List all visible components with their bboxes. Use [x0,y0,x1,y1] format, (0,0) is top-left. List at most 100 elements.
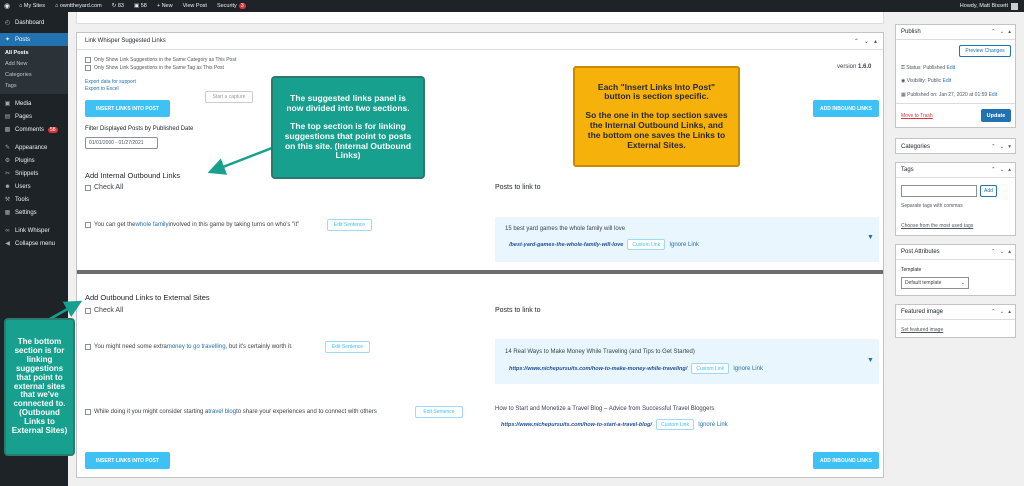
set-featured-image-link[interactable]: Set featured image [901,327,943,333]
toggle-panel-icon[interactable]: ▴ [1008,309,1011,315]
suggestion-3-url[interactable]: https://www.nichepursuits.com/how-to-sta… [501,422,652,428]
sentence-3-checkbox[interactable] [85,409,91,415]
move-down-icon[interactable]: ⌄ [1000,309,1005,315]
toggle-panel-icon[interactable]: ▾ [1008,144,1011,150]
sentence-1-checkbox[interactable] [85,222,91,228]
move-up-icon[interactable]: ⌃ [854,38,859,45]
edit-sentence-button-2[interactable]: Edit Sentence [325,341,370,353]
suggestion-2-url[interactable]: https://www.nichepursuits.com/how-to-mak… [509,366,687,372]
toggle-panel-icon[interactable]: ▴ [1008,167,1011,173]
sidebar-item-appearance[interactable]: ✎ Appearance [0,141,68,154]
edit-visibility-link[interactable]: Edit [943,78,952,84]
add-inbound-links-button-bottom[interactable]: ADD INBOUND LINKS [813,452,879,469]
move-up-icon[interactable]: ⌃ [991,309,996,315]
toggle-panel-icon[interactable]: ▴ [1008,249,1011,255]
move-down-icon[interactable]: ⌄ [1000,167,1005,173]
submenu-tags[interactable]: Tags [0,81,68,92]
ignore-link-1[interactable]: Ignore Link [669,242,699,248]
check-all-internal[interactable]: Check All [85,184,123,191]
move-up-icon[interactable]: ⌃ [991,167,996,173]
adminbar-account[interactable]: Howdy, Matt Bissett [955,0,1024,12]
adminbar-comments[interactable]: ▣ 58 [129,0,152,12]
adminbar-security[interactable]: Security 3 [212,0,251,12]
move-to-trash-link[interactable]: Move to Trash [901,113,933,119]
wordpress-logo-icon[interactable]: ◉ [0,0,14,12]
tag-input[interactable] [901,185,977,197]
sidebar-item-users[interactable]: ☻ Users [0,180,68,193]
custom-link-button-1[interactable]: Custom Link [627,239,666,250]
sidebar-item-posts[interactable]: ✦ Posts [0,33,68,46]
sidebar-item-tools[interactable]: ⚒ Tools [0,193,68,206]
suggestion-box-1: 15 best yard games the whole family will… [495,217,879,262]
check-all-internal-checkbox[interactable] [85,184,91,191]
check-all-external[interactable]: Check All [85,307,123,314]
external-sentence-row-1: You might need some extra money to go tr… [85,344,293,350]
update-button[interactable]: Update [981,109,1011,122]
template-select[interactable]: Default template ⌄ [901,277,969,289]
expand-suggestions-1-icon[interactable]: ▼ [867,234,874,241]
edit-sentence-button-3[interactable]: Edit Sentence [415,406,463,418]
insert-links-button-bottom[interactable]: INSERT LINKS INTO POST [85,452,170,469]
edit-status-link[interactable]: Edit [947,65,956,71]
sidebar-item-plugins[interactable]: ⚙ Plugins [0,154,68,167]
move-down-icon[interactable]: ⌄ [1000,249,1005,255]
add-inbound-links-button-top[interactable]: ADD INBOUND LINKS [813,100,879,117]
move-down-icon[interactable]: ⌄ [864,38,869,45]
preview-changes-button[interactable]: Preview Changes [959,45,1011,57]
move-up-icon[interactable]: ⌃ [991,249,996,255]
sidebar-collapse-menu[interactable]: ◀ Collapse menu [0,237,68,250]
check-all-external-checkbox[interactable] [85,307,91,314]
expand-suggestions-2-icon[interactable]: ▼ [867,357,874,364]
edit-sentence-button-1[interactable]: Edit Sentence [327,219,372,231]
move-down-icon[interactable]: ⌄ [1000,29,1005,35]
same-category-checkbox[interactable] [85,57,91,63]
adminbar-updates[interactable]: ↻ 83 [107,0,129,12]
edit-date-link[interactable]: Edit [989,92,998,98]
pin-icon: ✦ [4,37,11,43]
sidebar-item-settings[interactable]: ▦ Settings [0,206,68,219]
sidebar-item-pages[interactable]: ▤ Pages [0,110,68,123]
suggestion-1-url[interactable]: /best-yard-games-the-whole-family-will-l… [509,242,623,248]
insert-links-button-top[interactable]: INSERT LINKS INTO POST [85,100,170,117]
submenu-add-new[interactable]: Add New [0,59,68,70]
adminbar-new[interactable]: + New [152,0,178,12]
option-same-category[interactable]: Only Show Link Suggestions in the Same C… [85,57,236,63]
sentence-2-checkbox[interactable] [85,344,91,350]
sidebar-item-link-whisper[interactable]: ∞ Link Whisper [0,224,68,237]
start-capture-button[interactable]: Start a capture [205,91,253,103]
choose-tags-link[interactable]: Choose from the most used tags [901,223,973,229]
date-range-input[interactable]: 01/01/2000 - 01/27/2021 [85,137,158,149]
move-up-icon[interactable]: ⌃ [991,29,996,35]
adminbar-view-post[interactable]: View Post [178,0,212,12]
toggle-panel-icon[interactable]: ▴ [874,38,877,45]
move-up-icon[interactable]: ⌃ [991,144,996,150]
custom-link-button-2[interactable]: Custom Link [691,363,730,374]
sidebar-item-comments[interactable]: ▩ Comments 58 [0,123,68,136]
toggle-panel-icon[interactable]: ▴ [1008,29,1011,35]
same-tag-checkbox[interactable] [85,65,91,71]
categories-box-header[interactable]: Categories ⌃ ⌄ ▾ [896,139,1015,154]
export-support-link[interactable]: Export data for support [85,79,136,85]
ignore-link-2[interactable]: Ignore Link [733,366,763,372]
sentence-2-anchor[interactable]: money to go travelling [167,344,226,350]
sentence-1-anchor[interactable]: whole family [135,222,168,228]
sidebar-item-dashboard[interactable]: ◴ Dashboard [0,16,68,29]
adminbar-site[interactable]: ⌂ ownttheyard.com [50,0,107,12]
ignore-link-3[interactable]: Ignore Link [698,422,728,428]
sentence-3-anchor[interactable]: travel blog [208,409,236,415]
custom-link-button-3[interactable]: Custom Link [656,419,695,430]
export-excel-link[interactable]: Export to Excel [85,86,119,92]
option-same-tag[interactable]: Only Show Link Suggestions in the Same T… [85,65,224,71]
adminbar-my-sites[interactable]: ⌂ My Sites [14,0,50,12]
sidebar-item-media[interactable]: ▣ Media [0,97,68,110]
publish-box-header: Publish ⌃ ⌄ ▴ [896,25,1015,40]
scissors-icon: ✂ [4,171,11,177]
add-tag-button[interactable]: Add [980,185,997,197]
submenu-categories[interactable]: Categories [0,70,68,81]
submenu-all-posts[interactable]: All Posts [0,48,68,59]
plug-icon: ⚙ [4,158,11,164]
internal-sentence-row: You can get the whole family involved in… [85,222,299,228]
move-down-icon[interactable]: ⌄ [1000,144,1005,150]
sidebar-item-snippets[interactable]: ✂ Snippets [0,167,68,180]
comment-icon: ▣ [133,3,141,9]
